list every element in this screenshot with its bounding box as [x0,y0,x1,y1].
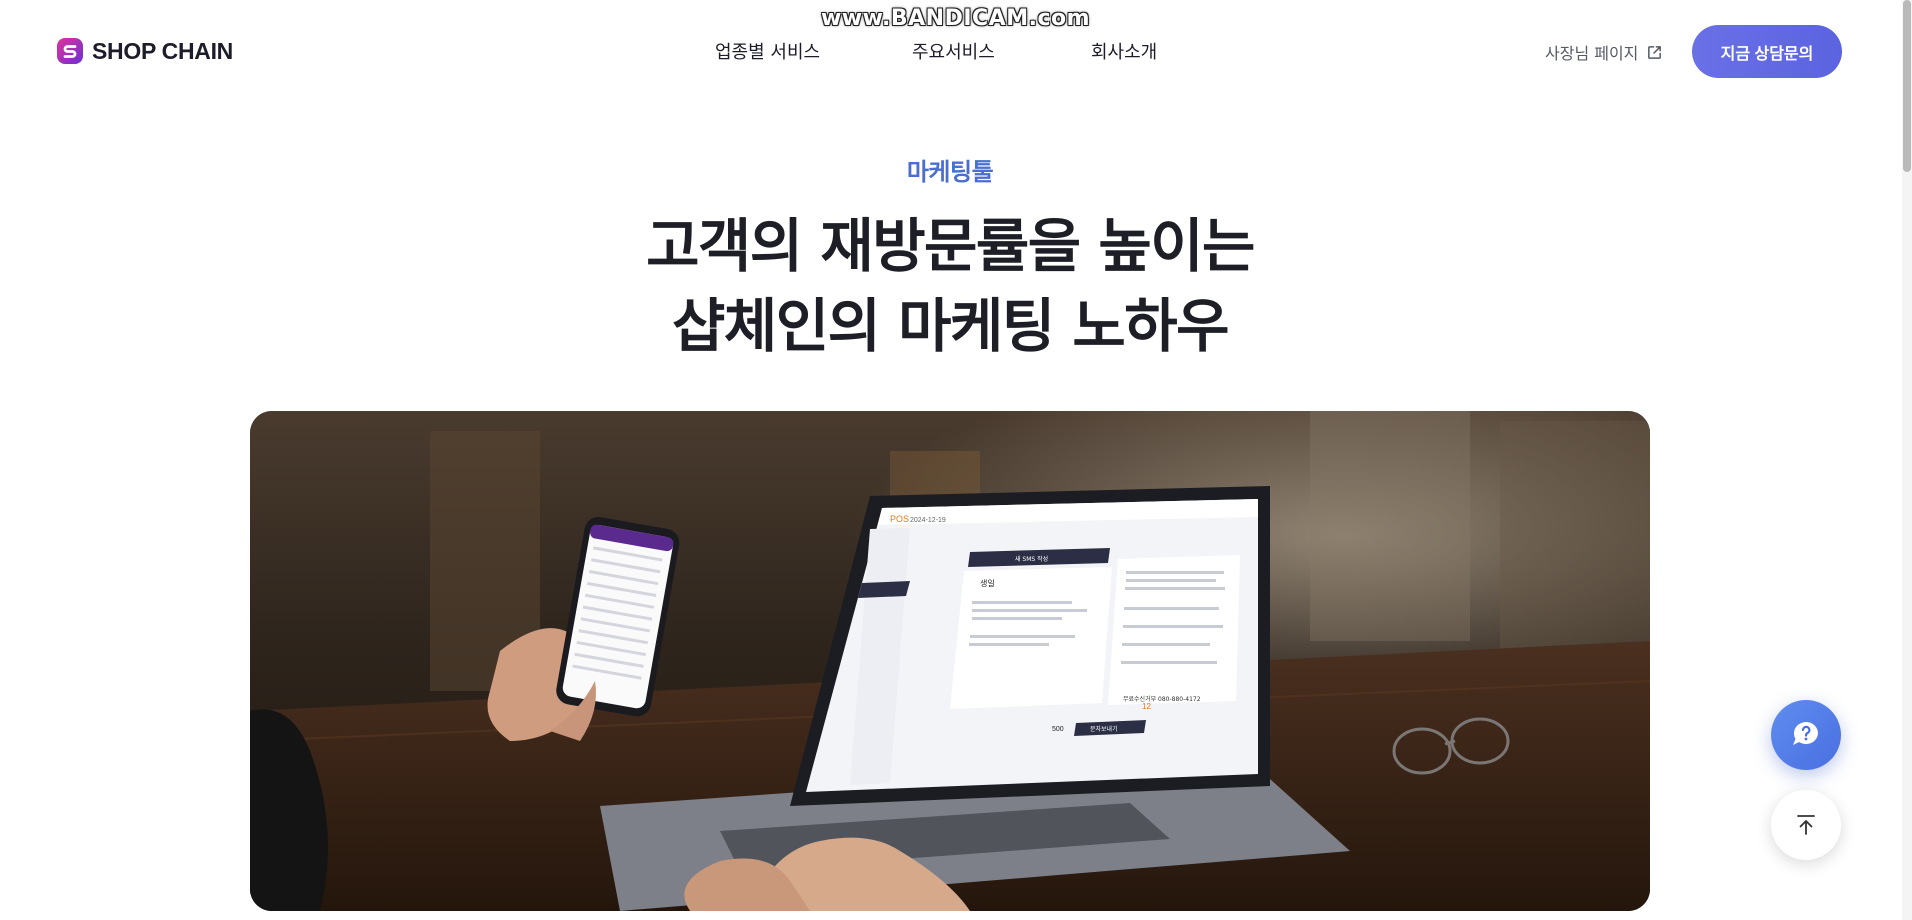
consult-cta-button[interactable]: 지금 상담문의 [1692,25,1842,78]
screen-date: 2024-12-19 [910,517,946,524]
owner-page-link[interactable]: 사장님 페이지 [1545,40,1663,64]
help-chat-button[interactable] [1771,700,1841,770]
page-scrollbar[interactable] [1902,0,1912,920]
nav-item-main-services[interactable]: 주요서비스 [912,38,995,64]
section-eyebrow: 마케팅툴 [906,158,994,186]
scroll-to-top-button[interactable] [1771,790,1841,860]
nav-item-company[interactable]: 회사소개 [1091,38,1157,64]
screen-count: 500 [1052,726,1064,733]
nav-item-industry-services[interactable]: 업종별 서비스 [715,38,820,64]
screen-send-button: 문자보내기 [1090,725,1118,733]
external-link-icon [1648,45,1662,59]
screen-badge: 12 [1142,702,1151,711]
owner-page-label: 사장님 페이지 [1545,44,1639,63]
screen-app-name: POS [890,514,909,524]
arrow-up-to-top-icon [1797,815,1815,835]
chat-question-icon [1793,722,1818,745]
headline-line-1: 고객의 재방문률을 높이는 [646,212,1255,280]
screen-panel-title: 새 SMS 작성 [1015,555,1048,563]
headline-line-2: 샵체인의 마케팅 노하우 [672,292,1230,360]
screen-card-title: 생일 [980,578,995,588]
screen-phone: 무료수신거부 080-880-4172 [1123,695,1201,703]
hero-headline: 고객의 재방문률을 높이는 샵체인의 마케팅 노하우 [0,206,1900,366]
scrollbar-thumb[interactable] [1903,0,1911,172]
recording-watermark: www.BANDICAM.com [820,6,1091,31]
hero-photo: POS 2024-12-19 새 SMS 작성 생일 무료수신거부 080-88… [250,411,1650,911]
